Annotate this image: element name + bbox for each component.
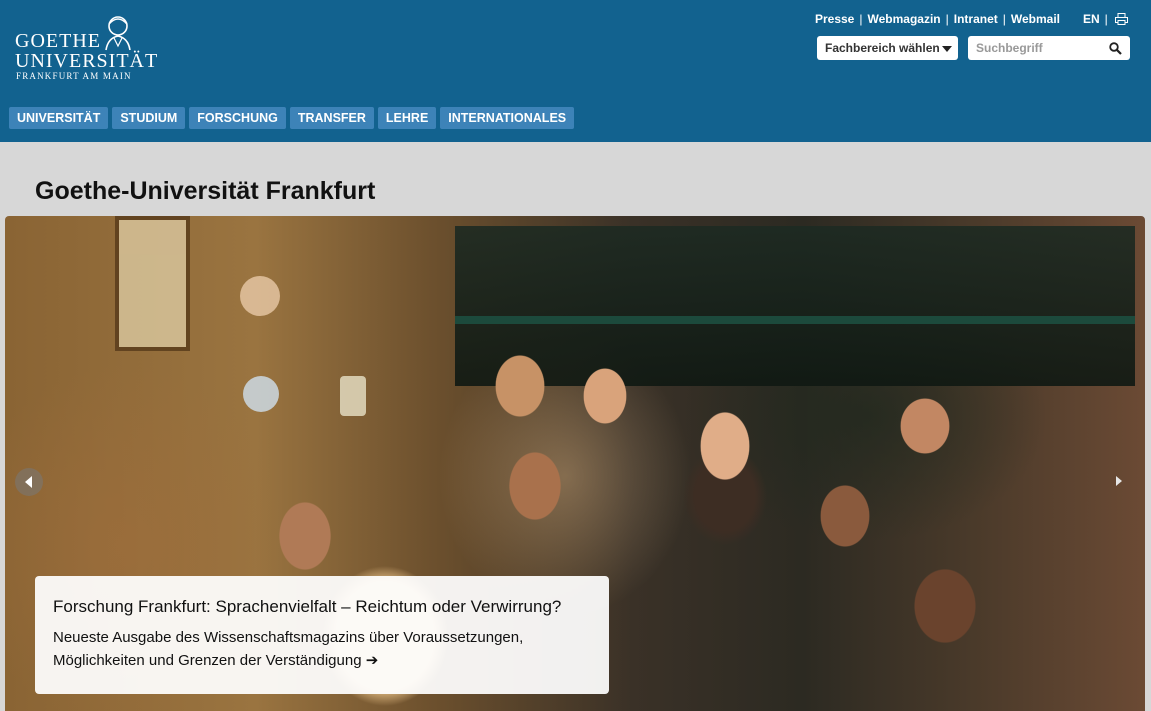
- nav-item-universitaet[interactable]: UNIVERSITÄT: [9, 107, 109, 129]
- logo-line-location: FRANKFURT AM MAIN: [16, 71, 132, 81]
- service-links: Presse | Webmagazin | Intranet | Webmail: [815, 12, 1060, 26]
- hero-caption[interactable]: Forschung Frankfurt: Sprachenvielfalt – …: [35, 576, 609, 694]
- separator: |: [859, 12, 863, 26]
- nav-item-studium[interactable]: STUDIUM: [112, 107, 186, 129]
- language-link-en[interactable]: EN: [1083, 12, 1100, 26]
- chevron-left-icon: [25, 476, 32, 488]
- fachbereich-select[interactable]: Fachbereich wählen: [817, 36, 958, 60]
- logo-line-universitaet: UNIVERSITÄT: [15, 50, 159, 72]
- language-switcher: EN |: [1083, 12, 1113, 26]
- link-webmagazin[interactable]: Webmagazin: [867, 12, 940, 26]
- main-navigation: UNIVERSITÄT STUDIUM FORSCHUNG TRANSFER L…: [9, 107, 575, 129]
- chevron-right-icon[interactable]: [1116, 476, 1122, 486]
- separator: |: [1002, 12, 1006, 26]
- logo-line-goethe: GOETHE: [15, 30, 101, 52]
- link-intranet[interactable]: Intranet: [954, 12, 998, 26]
- slider-prev-button[interactable]: [15, 468, 43, 496]
- nav-item-transfer[interactable]: TRANSFER: [289, 107, 374, 129]
- separator: |: [945, 12, 949, 26]
- nav-item-lehre[interactable]: LEHRE: [377, 107, 437, 129]
- print-icon[interactable]: [1115, 13, 1128, 25]
- search-icon[interactable]: [1109, 42, 1122, 55]
- fachbereich-select-value: Fachbereich wählen: [825, 41, 940, 55]
- nav-item-internationales[interactable]: INTERNATIONALES: [440, 107, 575, 129]
- hero-caption-text: Neueste Ausgabe des Wissenschaftsmagazin…: [53, 629, 524, 669]
- goethe-portrait-icon: [105, 16, 131, 51]
- search-input[interactable]: [968, 36, 1130, 60]
- caret-down-icon: [942, 46, 952, 52]
- link-presse[interactable]: Presse: [815, 12, 854, 26]
- nav-item-forschung[interactable]: FORSCHUNG: [189, 107, 286, 129]
- link-webmail[interactable]: Webmail: [1011, 12, 1060, 26]
- site-header: GOETHE UNIVERSITÄT FRANKFURT AM MAIN Pre…: [0, 0, 1151, 142]
- goethe-university-logo[interactable]: GOETHE UNIVERSITÄT FRANKFURT AM MAIN: [15, 12, 157, 82]
- page-title: Goethe-Universität Frankfurt: [35, 177, 376, 205]
- hero-caption-title: Forschung Frankfurt: Sprachenvielfalt – …: [53, 597, 562, 616]
- separator: |: [1104, 12, 1108, 26]
